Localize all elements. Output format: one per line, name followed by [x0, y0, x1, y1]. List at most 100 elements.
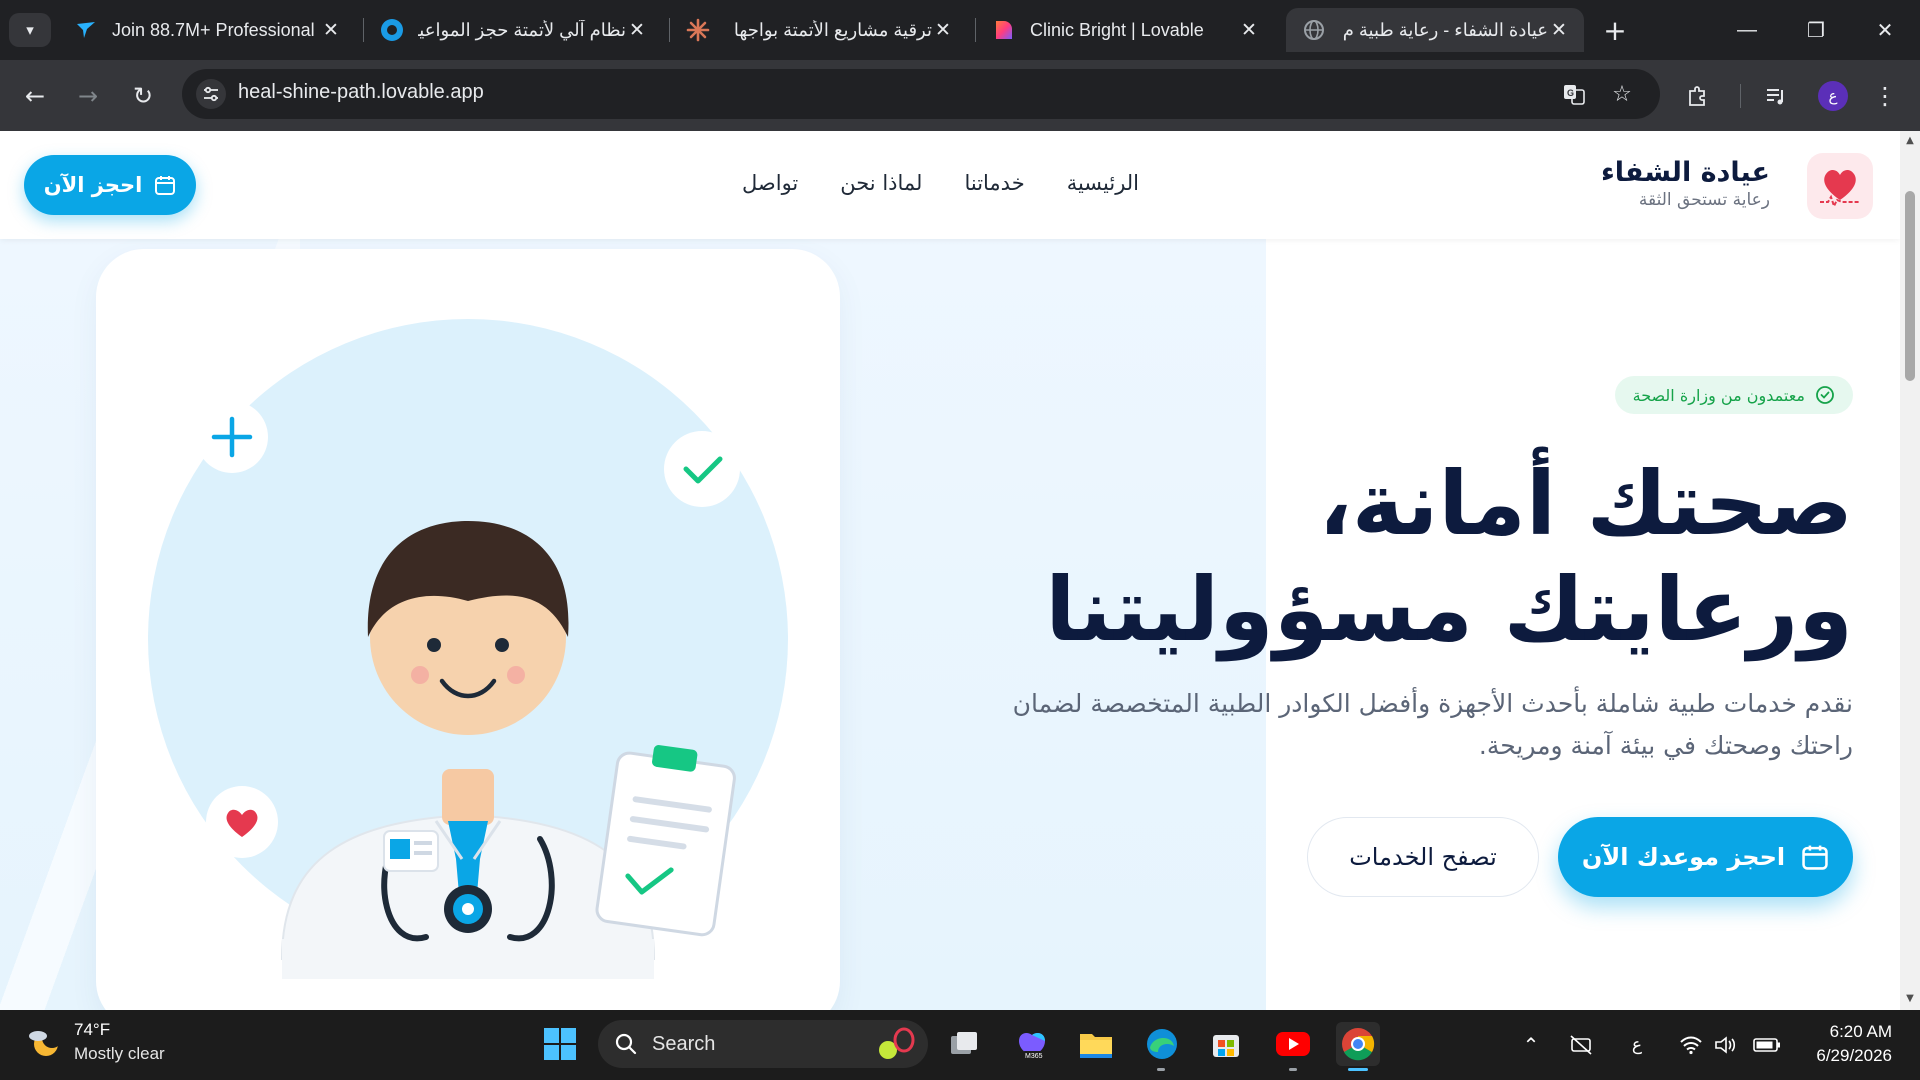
tab-title: عيادة الشفاء - رعاية طبية م: [1342, 19, 1548, 40]
puzzle-icon: [1689, 86, 1705, 106]
taskbar-search[interactable]: Search: [598, 1020, 928, 1068]
tab-clinic-bright[interactable]: Clinic Bright | Lovable ✕: [976, 8, 1274, 52]
battery-icon: [1753, 1038, 1780, 1052]
page-scrollbar[interactable]: ▲ ▼: [1900, 131, 1920, 1010]
close-icon[interactable]: ✕: [932, 19, 954, 41]
clock-date: 6/29/2026: [1816, 1046, 1892, 1065]
doctor-illustration: [148, 319, 788, 979]
weather-widget[interactable]: 74°F Mostly clear: [26, 1020, 165, 1064]
nav-item-services[interactable]: خدماتنا: [964, 171, 1024, 195]
restore-icon: ❐: [1807, 19, 1825, 42]
book-now-button[interactable]: احجز الآن: [24, 155, 196, 215]
brand-name: عيادة الشفاء: [1600, 157, 1770, 188]
bird-logo-icon: [74, 18, 98, 42]
restore-button[interactable]: ❐: [1787, 10, 1845, 50]
tab-automation-upgrade[interactable]: ترقية مشاريع الأتمتة بواجها ✕: [670, 8, 968, 52]
translate-button[interactable]: G: [1560, 80, 1588, 108]
reload-icon: ↻: [132, 82, 154, 110]
book-appointment-button[interactable]: احجز موعدك الآن: [1558, 817, 1853, 897]
extensions-button[interactable]: [1681, 79, 1715, 113]
new-tab-button[interactable]: +: [1600, 13, 1630, 47]
close-icon[interactable]: ✕: [626, 19, 648, 41]
store-app[interactable]: [1204, 1022, 1248, 1066]
wifi-icon: [1680, 1036, 1702, 1055]
battery-status[interactable]: [1752, 1032, 1782, 1058]
book-appointment-label: احجز موعدك الآن: [1581, 843, 1786, 871]
nav-item-contact[interactable]: تواصل: [742, 171, 798, 195]
wifi-status[interactable]: [1676, 1032, 1706, 1058]
playlist-icon: [1767, 89, 1783, 105]
lovable-heart-icon: [992, 18, 1016, 42]
address-bar[interactable]: heal-shine-path.lovable.app G ☆: [182, 69, 1660, 119]
running-app-indicator: [1289, 1068, 1297, 1071]
close-icon[interactable]: ✕: [1548, 19, 1570, 41]
profile-avatar[interactable]: ع: [1818, 81, 1848, 111]
tab-booking-system[interactable]: نظام آلي لأتمتة حجز المواعيد ✕: [364, 8, 662, 52]
chevron-down-icon: ▾: [26, 21, 34, 39]
svg-text:G: G: [1567, 88, 1574, 98]
browse-services-button[interactable]: تصفح الخدمات: [1307, 817, 1539, 897]
edge-app[interactable]: [1140, 1022, 1184, 1066]
scrollbar-thumb[interactable]: [1905, 191, 1915, 381]
plus-icon: +: [1603, 13, 1627, 47]
url-text[interactable]: heal-shine-path.lovable.app: [238, 81, 484, 104]
media-controls-button[interactable]: [1759, 79, 1793, 113]
globe-icon: [1302, 18, 1326, 42]
close-icon[interactable]: ✕: [1238, 19, 1260, 41]
calendar-icon: [1802, 845, 1828, 870]
file-explorer-app[interactable]: [1074, 1022, 1118, 1066]
close-window-button[interactable]: ✕: [1856, 10, 1914, 50]
tab-search-button[interactable]: ▾: [9, 13, 51, 47]
check-circle-icon: [1816, 386, 1834, 404]
task-view-button[interactable]: [942, 1022, 986, 1066]
m365-icon: M365: [1019, 1033, 1045, 1060]
site-header: عيادة الشفاء رعاية تستحق الثقة الرئيسية …: [0, 131, 1900, 239]
tennis-icon: [879, 1027, 915, 1059]
hero-subtitle: نقدم خدمات طبية شاملة بأحدث الأجهزة وأفض…: [1012, 689, 1853, 760]
doctor-illustration-card: [96, 249, 840, 1010]
chrome-app[interactable]: [1336, 1022, 1380, 1066]
browse-services-label: تصفح الخدمات: [1349, 843, 1497, 871]
start-button[interactable]: [538, 1022, 582, 1066]
star-icon: ☆: [1612, 81, 1632, 107]
tab-title: Clinic Bright | Lovable: [1030, 19, 1204, 40]
clinic-logo[interactable]: [1807, 153, 1873, 219]
moon-cloud-icon: [29, 1028, 62, 1056]
input-language-indicator[interactable]: ع: [1622, 1032, 1652, 1058]
store-icon: [1213, 1035, 1239, 1057]
nav-item-why-us[interactable]: لماذا نحن: [840, 171, 922, 195]
task-view-icon: [951, 1032, 977, 1054]
nav-item-home[interactable]: الرئيسية: [1067, 171, 1139, 195]
browser-tab-strip: ▾ Join 88.7M+ Professional ✕ نظام آلي لأ…: [0, 0, 1920, 60]
close-icon[interactable]: ✕: [320, 19, 342, 41]
volume-status[interactable]: [1710, 1032, 1740, 1058]
brand-block: عيادة الشفاء رعاية تستحق الثقة: [1601, 157, 1770, 210]
reload-button[interactable]: ↻: [126, 79, 160, 113]
bookmark-button[interactable]: ☆: [1608, 80, 1636, 108]
forward-button[interactable]: →: [71, 79, 105, 113]
tab-shifa-clinic[interactable]: عيادة الشفاء - رعاية طبية م ✕: [1286, 8, 1584, 52]
chrome-icon: [1342, 1028, 1375, 1061]
show-hidden-icons-button[interactable]: ⌃: [1516, 1032, 1546, 1058]
scroll-down-icon[interactable]: ▼: [1903, 993, 1917, 1007]
m365-app[interactable]: M365: [1010, 1022, 1054, 1066]
location-off-button[interactable]: [1566, 1032, 1596, 1058]
headline-line-2: ورعايتك مسؤوليتنا: [1045, 558, 1853, 661]
back-button[interactable]: ←: [18, 79, 52, 113]
clock-time: 6:20 AM: [1829, 1022, 1892, 1041]
arrow-right-icon: →: [77, 82, 99, 110]
menu-button[interactable]: ⋮: [1868, 79, 1902, 113]
youtube-app[interactable]: [1271, 1022, 1315, 1066]
system-clock[interactable]: 6:20 AM 6/29/2026: [1798, 1020, 1892, 1068]
svg-text:M365: M365: [1025, 1053, 1043, 1060]
minimize-button[interactable]: —: [1718, 10, 1776, 50]
search-placeholder: Search: [652, 1032, 716, 1055]
tab-freelancer[interactable]: Join 88.7M+ Professional ✕: [58, 8, 356, 52]
badge-text: معتمدون من وزارة الصحة: [1632, 385, 1805, 405]
search-icon: [615, 1033, 637, 1055]
site-info-button[interactable]: [196, 79, 226, 109]
toolbar-divider: [1740, 84, 1741, 108]
youtube-icon: [1276, 1032, 1310, 1056]
scroll-up-icon[interactable]: ▲: [1903, 135, 1917, 149]
tab-title: Join 88.7M+ Professional: [112, 19, 315, 40]
